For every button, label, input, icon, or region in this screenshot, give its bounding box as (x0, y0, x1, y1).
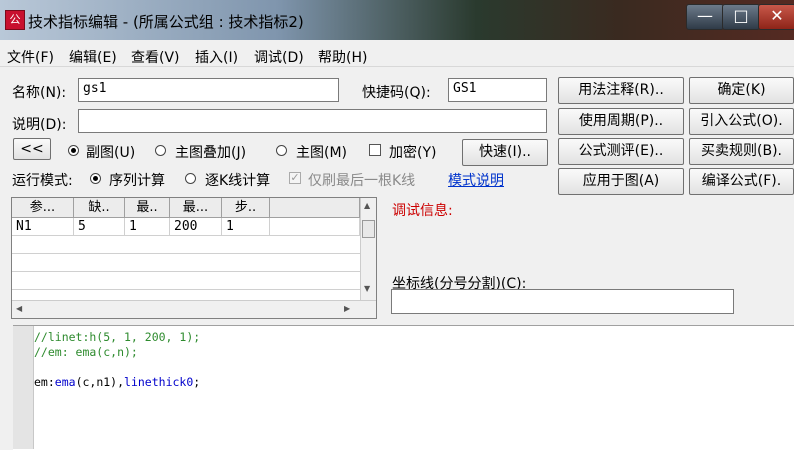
run-mode-label: 运行模式: (12, 173, 73, 189)
editor-gutter (13, 326, 34, 449)
radio-per-bar-calc[interactable] (185, 173, 196, 184)
quick-button[interactable]: 快速(I).. (462, 139, 548, 166)
scroll-up-icon[interactable]: ▲ (364, 201, 370, 210)
window-title: 技术指标编辑 - (所属公式组 : 技术指标2) (28, 13, 304, 31)
name-field[interactable]: gs1 (78, 78, 339, 102)
menu-help[interactable]: 帮助(H) (318, 47, 367, 67)
radio-sub-chart[interactable] (68, 145, 79, 156)
menu-edit[interactable]: 编辑(E) (69, 47, 117, 67)
formula-app-icon: 公 (5, 10, 25, 30)
table-row[interactable] (12, 236, 360, 254)
usage-period-button[interactable]: 使用周期(P).. (558, 108, 684, 135)
title-bar: 公 技术指标编辑 - (所属公式组 : 技术指标2) — □ ✕ (0, 0, 794, 40)
table-cell[interactable]: 1 (222, 218, 270, 236)
description-field[interactable] (78, 109, 547, 133)
collapse-button[interactable]: << (13, 138, 51, 160)
vertical-scrollbar[interactable]: ▲ ▼ (360, 198, 376, 300)
encrypt-label: 加密(Y) (389, 145, 437, 161)
table-cell[interactable]: 5 (74, 218, 125, 236)
column-header-min[interactable]: 最.. (125, 198, 170, 218)
scroll-left-icon[interactable]: ◀ (16, 304, 22, 313)
horizontal-scrollbar[interactable]: ◀ ▶ (12, 300, 376, 318)
column-header-blank (270, 198, 360, 218)
table-cell[interactable]: 200 (170, 218, 222, 236)
scrollbar-thumb[interactable] (362, 220, 375, 238)
menu-view[interactable]: 查看(V) (131, 47, 180, 67)
menu-bar: 文件(F) 编辑(E) 查看(V) 插入(I) 调试(D) 帮助(H) (0, 44, 794, 67)
menu-file[interactable]: 文件(F) (7, 47, 54, 67)
usage-note-button[interactable]: 用法注释(R).. (558, 77, 684, 104)
scroll-down-icon[interactable]: ▼ (364, 284, 370, 293)
code-token: ; (193, 375, 201, 389)
mode-help-link[interactable]: 模式说明 (448, 170, 504, 190)
table-row[interactable] (12, 254, 360, 272)
radio-main-overlay-label: 主图叠加(J) (175, 145, 247, 161)
code-line-4: em:ema(c,n1),linethick0; (34, 375, 200, 389)
refresh-last-label: 仅刷最后一根K线 (308, 173, 416, 189)
radio-main-chart-label: 主图(M) (296, 145, 348, 161)
encrypt-checkbox[interactable] (369, 144, 381, 156)
code-token-keyword: ema (54, 375, 76, 389)
refresh-last-checkbox[interactable]: ✓ (289, 172, 301, 184)
radio-main-overlay[interactable] (155, 145, 166, 156)
compile-formula-button[interactable]: 编译公式(F). (689, 168, 794, 195)
menu-debug[interactable]: 调试(D) (254, 47, 304, 67)
formula-test-button[interactable]: 公式测评(E).. (558, 138, 684, 165)
scroll-right-icon[interactable]: ▶ (344, 304, 350, 313)
table-cell[interactable]: N1 (12, 218, 74, 236)
code-line-2: //em: ema(c,n); (34, 345, 138, 359)
radio-sub-chart-label: 副图(U) (86, 145, 136, 161)
radio-sequence-calc[interactable] (90, 173, 101, 184)
code-token: (c,n1), (75, 375, 125, 389)
axis-lines-field[interactable] (391, 289, 734, 314)
radio-sequence-calc-label: 序列计算 (109, 173, 165, 189)
code-line-1: //linet:h(5, 1, 200, 1); (34, 330, 201, 344)
table-cell[interactable] (270, 218, 360, 236)
debug-info-label: 调试信息: (392, 203, 453, 219)
name-label: 名称(N): (12, 85, 67, 101)
description-label: 说明(D): (12, 117, 67, 133)
shortcut-field[interactable]: GS1 (448, 78, 547, 102)
menu-insert[interactable]: 插入(I) (195, 47, 238, 67)
shortcut-label: 快捷码(Q): (362, 85, 431, 101)
radio-main-chart[interactable] (276, 145, 287, 156)
confirm-button[interactable]: 确定(K) (689, 77, 794, 104)
column-header-default[interactable]: 缺.. (74, 198, 125, 218)
code-token: em: (34, 375, 55, 389)
maximize-button[interactable]: □ (722, 4, 760, 30)
close-button[interactable]: ✕ (758, 4, 794, 30)
radio-per-bar-calc-label: 逐K线计算 (205, 173, 271, 189)
import-formula-button[interactable]: 引入公式(O). (689, 108, 794, 135)
column-header-param[interactable]: 参... (12, 198, 74, 218)
column-header-max[interactable]: 最... (170, 198, 222, 218)
table-row[interactable] (12, 272, 360, 290)
code-token-keyword: linethick0 (124, 375, 194, 389)
parameter-table: 参... 缺.. 最.. 最... 步.. N1 5 1 200 1 ▲ ▼ ◀… (11, 197, 377, 319)
apply-to-chart-button[interactable]: 应用于图(A) (558, 168, 684, 195)
table-cell[interactable]: 1 (125, 218, 170, 236)
trade-rule-button[interactable]: 买卖规则(B). (689, 138, 794, 165)
minimize-button[interactable]: — (686, 4, 724, 30)
column-header-step[interactable]: 步.. (222, 198, 270, 218)
